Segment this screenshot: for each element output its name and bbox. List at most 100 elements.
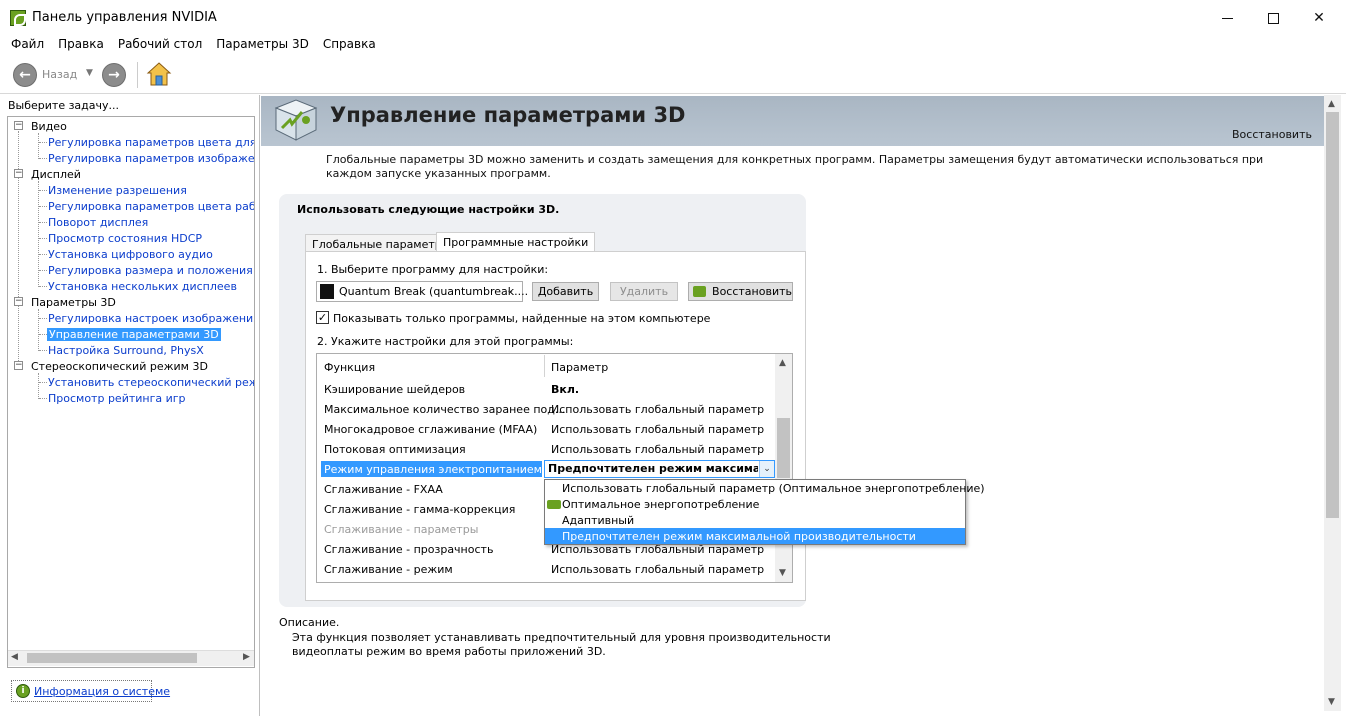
tree-item-resolution[interactable]: Изменение разрешения — [48, 184, 187, 197]
dropdown-option-global[interactable]: Использовать глобальный параметр (Оптима… — [562, 482, 985, 495]
setting-function[interactable]: Сглаживание - FXAA — [324, 483, 443, 496]
tree-category-3d[interactable]: Параметры 3D — [31, 296, 116, 309]
tree-item-size-position[interactable]: Регулировка размера и положения рабо — [48, 264, 254, 277]
maximize-button[interactable] — [1250, 0, 1296, 36]
tree-item-video-color[interactable]: Регулировка параметров цвета для вид — [48, 136, 254, 149]
setting-function[interactable]: Сглаживание - гамма-коррекция — [324, 503, 515, 516]
tree-item-manage-3d[interactable]: Управление параметрами 3D — [47, 328, 221, 341]
tab-program-settings[interactable]: Программные настройки — [436, 232, 596, 252]
menu-bar: Файл Правка Рабочий стол Параметры 3D Сп… — [0, 36, 1346, 56]
arrow-right-icon: → — [108, 67, 120, 83]
tree-guide-line — [39, 142, 47, 143]
maximize-icon — [1267, 12, 1279, 24]
restore-program-button[interactable]: Восстановить — [688, 282, 793, 301]
tree-guide-line — [39, 350, 47, 351]
minimize-button[interactable] — [1204, 0, 1250, 36]
setting-function[interactable]: Многокадровое сглаживание (MFAA) — [324, 423, 537, 436]
collapse-3d-icon[interactable]: − — [14, 297, 23, 306]
tree-guide-line — [39, 398, 47, 399]
tree-item-rotate[interactable]: Поворот дисплея — [48, 216, 148, 229]
column-header-function: Функция — [324, 361, 376, 374]
tree-item-image-settings[interactable]: Регулировка настроек изображения с пр — [48, 312, 254, 325]
forward-button[interactable]: → — [102, 63, 126, 87]
collapse-stereo-icon[interactable]: − — [14, 361, 23, 370]
arrow-left-icon: ← — [19, 67, 31, 83]
tree-category-stereo[interactable]: Стереоскопический режим 3D — [31, 360, 208, 373]
setting-function-disabled: Сглаживание - параметры — [324, 523, 479, 536]
tree-guide-line — [39, 286, 47, 287]
show-only-found-label[interactable]: Показывать только программы, найденные н… — [333, 312, 710, 325]
tree-category-video[interactable]: Видео — [31, 120, 67, 133]
tree-item-game-ratings[interactable]: Просмотр рейтинга игр — [48, 392, 186, 405]
tree-guide-line — [39, 206, 47, 207]
group-title: Использовать следующие настройки 3D. — [297, 203, 560, 216]
menu-help[interactable]: Справка — [316, 36, 383, 56]
collapse-video-icon[interactable]: − — [14, 121, 23, 130]
dropdown-option-max-performance[interactable]: Предпочтителен режим максимальной произв… — [562, 530, 916, 543]
settings-list-scroll-thumb[interactable] — [777, 418, 790, 478]
description-text: Эта функция позволяет устанавливать пред… — [292, 631, 831, 658]
scroll-right-icon[interactable]: ▶ — [243, 652, 250, 662]
quantum-break-icon — [320, 284, 334, 299]
tree-item-video-image[interactable]: Регулировка параметров изображения д — [48, 152, 254, 165]
step1-label: 1. Выберите программу для настройки: — [317, 263, 549, 276]
home-icon[interactable] — [146, 61, 172, 87]
dropdown-option-adaptive[interactable]: Адаптивный — [562, 514, 634, 527]
setting-function[interactable]: Сглаживание - прозрачность — [324, 543, 493, 556]
remove-program-button[interactable]: Удалить — [610, 282, 678, 301]
menu-edit[interactable]: Правка — [51, 36, 111, 56]
menu-file[interactable]: Файл — [4, 36, 51, 56]
menu-desktop[interactable]: Рабочий стол — [111, 36, 209, 56]
back-dropdown-icon[interactable]: ▼ — [86, 68, 93, 78]
tree-guide-line — [39, 318, 47, 319]
setting-value[interactable]: Вкл. — [551, 383, 766, 396]
program-select-value: Quantum Break (quantumbreak.... — [339, 285, 529, 298]
collapse-display-icon[interactable]: − — [14, 169, 23, 178]
tree-item-hdcp[interactable]: Просмотр состояния HDCP — [48, 232, 202, 245]
task-tree[interactable]: − Видео Регулировка параметров цвета для… — [7, 116, 255, 668]
scroll-down-icon[interactable]: ▼ — [779, 568, 786, 578]
main-scroll-thumb[interactable] — [1326, 112, 1339, 518]
setting-function[interactable]: Кэширование шейдеров — [324, 383, 465, 396]
show-only-found-checkbox[interactable]: ✓ — [316, 311, 329, 324]
info-icon: i — [16, 684, 30, 698]
setting-value[interactable]: Использовать глобальный параметр (В... — [551, 423, 766, 436]
setting-function[interactable]: Максимальное количество заранее под... — [324, 403, 565, 416]
dropdown-option-optimal[interactable]: Оптимальное энергопотребление — [562, 498, 759, 511]
tree-item-set-stereo[interactable]: Установить стереоскопический режим 3 — [48, 376, 254, 389]
window-title: Панель управления NVIDIA — [32, 10, 217, 25]
setting-value[interactable]: Использовать глобальный параметр (А... — [551, 443, 766, 456]
chevron-down-icon[interactable]: ⌄ — [506, 285, 514, 296]
step2-label: 2. Укажите настройки для этой программы: — [317, 335, 574, 348]
menu-3d-settings[interactable]: Параметры 3D — [209, 36, 316, 56]
setting-function[interactable]: Потоковая оптимизация — [324, 443, 466, 456]
scroll-down-icon[interactable]: ▼ — [1328, 697, 1335, 707]
restore-defaults-link[interactable]: Восстановить — [1232, 128, 1312, 141]
scroll-up-icon[interactable]: ▲ — [1328, 99, 1335, 109]
tree-guide-line — [39, 222, 47, 223]
add-program-button[interactable]: Добавить — [532, 282, 599, 301]
tree-item-digital-audio[interactable]: Установка цифрового аудио — [48, 248, 213, 261]
tree-scroll-thumb[interactable] — [27, 653, 197, 663]
scroll-left-icon[interactable]: ◀ — [11, 652, 18, 662]
tree-category-display[interactable]: Дисплей — [31, 168, 81, 181]
tree-guide-line — [39, 254, 47, 255]
system-info-link[interactable]: Информация о системе — [34, 685, 170, 698]
setting-function-selected[interactable]: Режим управления электропитанием — [324, 463, 542, 476]
page-title: Управление параметрами 3D — [330, 103, 686, 127]
toolbar-separator — [137, 62, 138, 88]
close-button[interactable]: ✕ — [1296, 0, 1342, 36]
back-label[interactable]: Назад — [42, 68, 77, 81]
tree-item-surround-physx[interactable]: Настройка Surround, PhysX — [48, 344, 204, 357]
tab-global-settings[interactable]: Глобальные параметры — [305, 234, 458, 251]
back-button[interactable]: ← — [13, 63, 37, 87]
setting-value[interactable]: Использовать глобальный параметр (И... — [551, 403, 766, 416]
scroll-up-icon[interactable]: ▲ — [779, 358, 786, 368]
setting-function[interactable]: Сглаживание - режим — [324, 563, 453, 576]
chevron-down-icon[interactable]: ⌄ — [759, 461, 774, 477]
tree-guide-line — [38, 133, 39, 159]
tree-guide-line — [38, 181, 39, 287]
tree-item-desktop-color[interactable]: Регулировка параметров цвета рабочег — [48, 200, 254, 213]
tree-item-multi-display[interactable]: Установка нескольких дисплеев — [48, 280, 237, 293]
setting-value[interactable]: Использовать глобальный параметр (У... — [551, 563, 766, 576]
